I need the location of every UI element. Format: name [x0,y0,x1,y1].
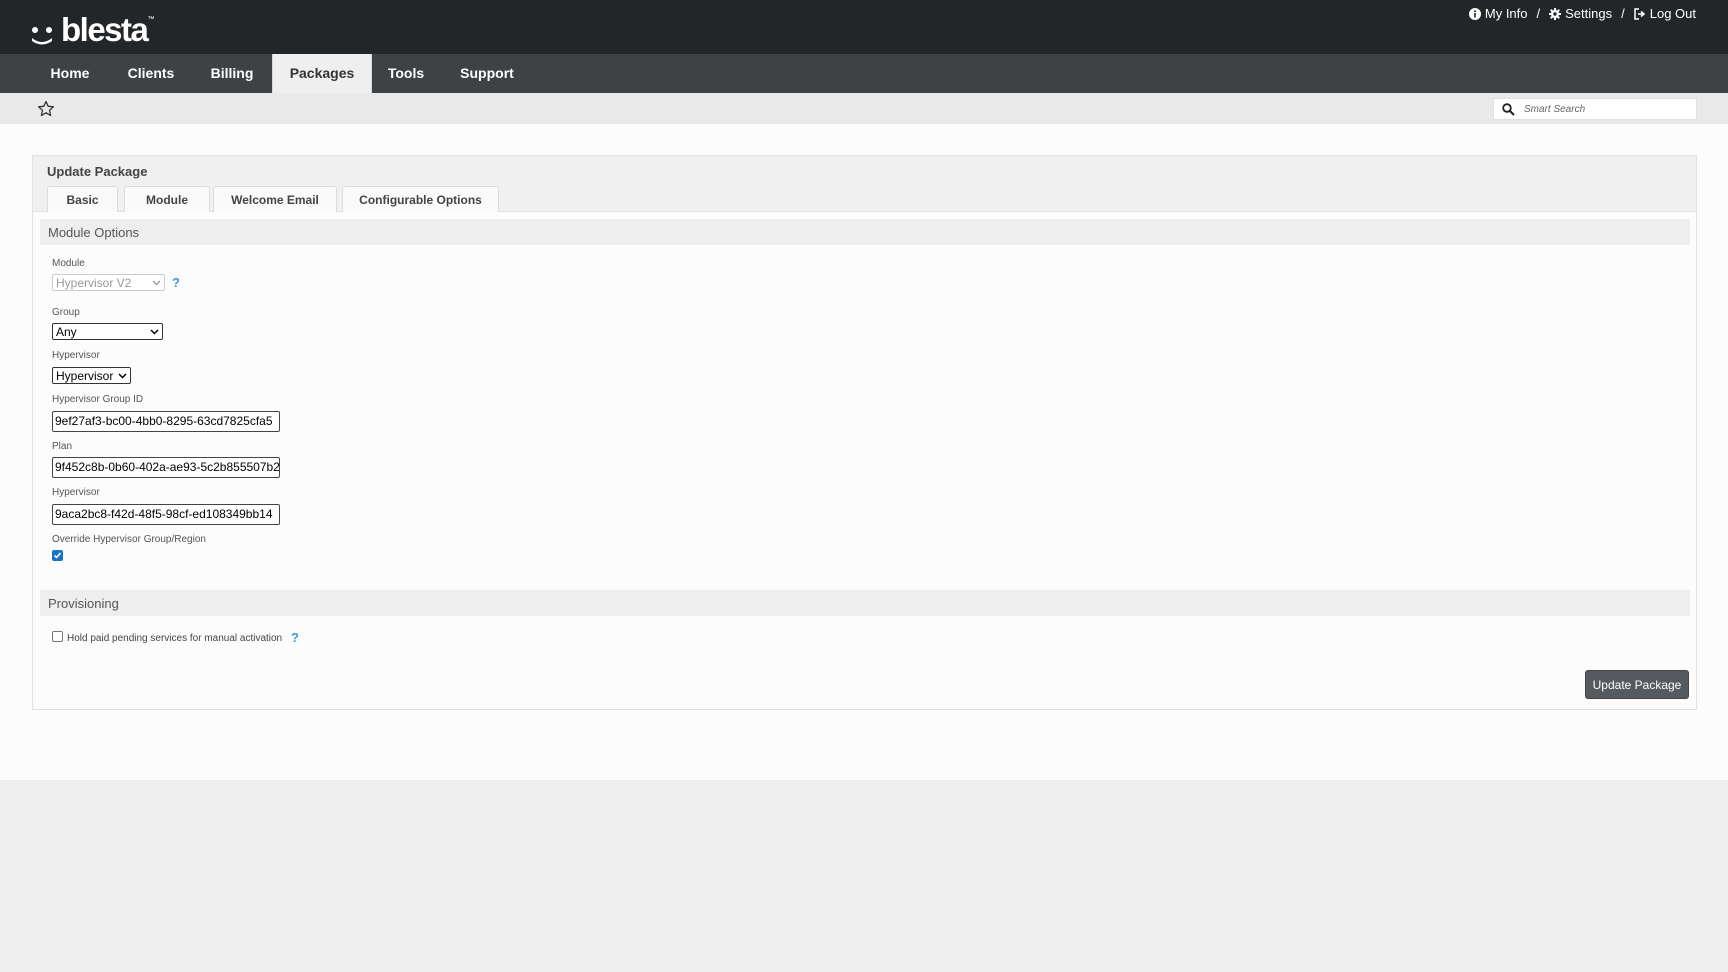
nav-billing[interactable]: Billing [198,54,266,93]
plan-label: Plan [52,441,73,452]
chevron-down-icon [152,280,161,286]
content-area: Update Package Basic Module Welcome Emai… [0,124,1728,780]
tab-configurable-options[interactable]: Configurable Options [342,186,499,212]
override-label: Override Hypervisor Group/Region [52,534,206,545]
provisioning-title: Provisioning [48,596,119,611]
header-separator: / [1536,6,1541,21]
panel-header: Update Package Basic Module Welcome Emai… [33,156,1696,212]
update-package-button[interactable]: Update Package [1585,670,1689,699]
hypervisor-group-id-label: Hypervisor Group ID [52,394,144,405]
log-out-link[interactable]: Log Out [1633,6,1696,21]
tab-welcome-email[interactable]: Welcome Email [213,186,337,212]
settings-label: Settings [1565,6,1613,21]
nav-home[interactable]: Home [38,54,102,93]
nav-clients[interactable]: Clients [116,54,186,93]
logo-wordmark: blesta [61,11,149,48]
gear-icon [1549,7,1562,20]
plan-input[interactable]: 9f452c8b-0b60-402a-ae93-5c2b855507b2 [52,457,280,478]
override-checkbox[interactable] [52,550,63,561]
chevron-down-icon [150,329,159,335]
hold-pending-checkbox[interactable] [52,631,63,642]
smart-search [1493,98,1697,120]
my-info-link[interactable]: My Info [1468,6,1528,21]
top-bar: blesta ™ My Info / Settings / Log Out [0,0,1728,54]
tab-basic[interactable]: Basic [47,186,118,212]
module-options-header: Module Options [40,219,1690,245]
module-select-value: Hypervisor V2 [56,276,132,290]
tab-module[interactable]: Module [124,186,210,212]
provisioning-header: Provisioning [40,590,1690,616]
log-out-label: Log Out [1649,6,1696,21]
nav-tools[interactable]: Tools [378,54,434,93]
smile-logo-icon [30,16,60,46]
hold-pending-label: Hold paid pending services for manual ac… [67,633,283,644]
my-info-label: My Info [1484,6,1528,21]
update-package-panel: Update Package Basic Module Welcome Emai… [32,155,1697,710]
sub-bar [0,93,1728,124]
hold-pending-help-icon[interactable]: ? [291,630,299,645]
blesta-logo[interactable]: blesta ™ [30,10,154,46]
group-select-value: Any [56,325,77,339]
info-circle-icon [1468,7,1481,20]
group-label: Group [52,307,80,318]
hypervisor-select-value: Hypervisor [56,369,114,383]
nav-support[interactable]: Support [452,54,522,93]
checkmark-icon [53,552,62,559]
group-select[interactable]: Any [52,323,163,340]
module-select: Hypervisor V2 [52,274,165,291]
star-icon[interactable] [37,100,55,118]
sign-out-icon [1633,7,1645,20]
module-options-title: Module Options [48,225,140,240]
search-input[interactable] [1524,101,1689,117]
settings-link[interactable]: Settings [1549,6,1612,21]
nav-packages[interactable]: Packages [272,54,372,93]
header-separator: / [1621,6,1625,21]
module-help-icon[interactable]: ? [172,275,180,290]
hypervisor-text-label: Hypervisor [52,487,100,498]
hypervisor-select[interactable]: Hypervisor [52,367,131,384]
hypervisor-input[interactable]: 9aca2bc8-f42d-48f5-98cf-ed108349bb14 [52,504,280,525]
header-links: My Info / Settings / Log Out [1468,6,1696,21]
module-label: Module [52,258,85,269]
hypervisor-group-id-input[interactable]: 9ef27af3-bc00-4bb0-8295-63cd7825cfa5 [52,411,280,432]
search-icon [1502,103,1515,116]
main-nav: Home Clients Billing Packages Tools Supp… [0,54,1728,93]
logo-trademark: ™ [147,16,155,23]
hypervisor-select-label: Hypervisor [52,350,100,361]
panel-title: Update Package [47,164,148,179]
chevron-down-icon [118,373,127,379]
